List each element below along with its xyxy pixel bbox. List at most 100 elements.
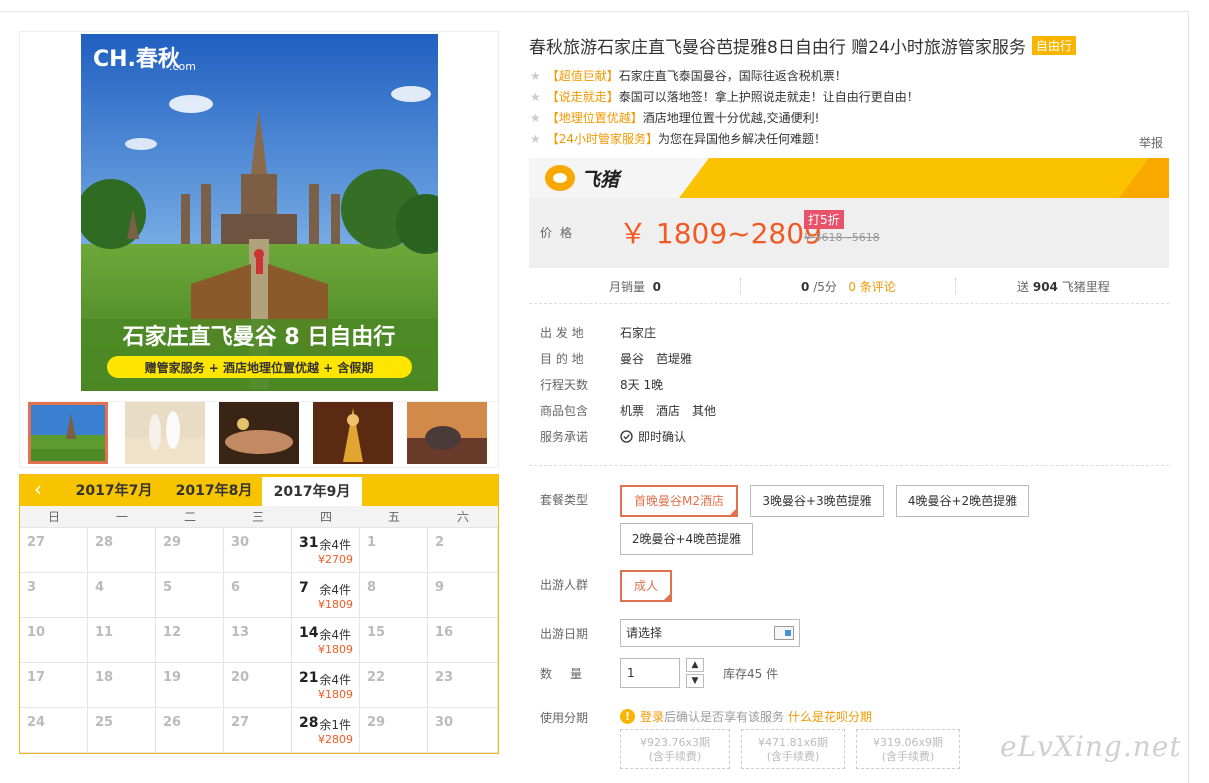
huabei-info-link[interactable]: 什么是花呗分期 (788, 708, 872, 725)
fliggy-banner: 飞猪 (529, 158, 1169, 198)
day-number: 23 (435, 670, 454, 685)
stock-count: 库存45 件 (723, 667, 779, 681)
rating-value: 0 (801, 280, 810, 294)
day-number: 3 (27, 580, 37, 595)
elephant-thumb-image (407, 402, 487, 464)
product-title-text: 春秋旅游石家庄直飞曼谷芭提雅8日自由行 赠24小时旅游管家服务 (529, 38, 1026, 58)
calendar-day: 3 (20, 573, 88, 618)
day-number: 28 (299, 715, 319, 731)
day-number: 21 (299, 670, 319, 686)
highlight-tag: 【24小时管家服务】 (546, 132, 659, 146)
installment-plan-9[interactable]: ¥319.06x9期 (含手续费) (856, 729, 960, 769)
day-price: ¥2709 (318, 553, 353, 566)
sales-stats-row: 月销量 0 0 /5分 0 条评论 送 904 飞猪里程 (529, 268, 1169, 304)
highlight-item: ★ 【说走就走】泰国可以落地签！拿上护照说走就走！让自由行更自由！ (530, 88, 919, 105)
installment-plan-3[interactable]: ¥923.76x3期 (含手续费) (620, 729, 730, 769)
installment-notice: ! 登录 后确认是否享有该服务 什么是花呗分期 (620, 708, 872, 725)
calendar-day-available[interactable]: 31 余4件 ¥2709 (292, 528, 360, 573)
main-product-image[interactable]: 石家庄直飞曼谷 8 日自由行 赠管家服务 + 酒店地理位置优越 + 含假期 CH… (81, 34, 438, 391)
day-number: 12 (163, 625, 182, 640)
calendar-day-available[interactable]: 7 余4件 ¥1809 (292, 573, 360, 618)
day-number: 10 (27, 625, 46, 640)
calendar-day: 30 (428, 708, 498, 753)
calendar-day: 11 (88, 618, 156, 663)
info-label-duration: 行程天数 (540, 378, 589, 392)
report-link[interactable]: 举报 (1139, 134, 1163, 151)
package-option-2bkk-4pattaya[interactable]: 2晚曼谷+4晚芭提雅 (620, 523, 753, 555)
prev-month-glyph: ‹ (34, 477, 42, 501)
calendar-day: 29 (156, 528, 224, 573)
fliggy-logo: 飞猪 (545, 164, 619, 192)
include-item: 其他 (692, 404, 717, 418)
calendar-day: 1 (360, 528, 428, 573)
calendar-day: 27 (224, 708, 292, 753)
package-option-4bkk-2pattaya[interactable]: 4晚曼谷+2晚芭提雅 (896, 485, 1029, 517)
price-panel: 价格 ￥ 1809~2809 打5折 ¥ 3618~5618 (529, 198, 1169, 268)
free-travel-tag: 自由行 (1031, 36, 1076, 55)
thumbnail-beach-couple[interactable] (125, 402, 205, 464)
beach-thumb-image (125, 402, 205, 464)
check-circle-icon (620, 430, 633, 443)
plan-amount: ¥471.81x6期 (758, 736, 828, 749)
crowd-option-adult[interactable]: 成人 (620, 570, 672, 602)
package-option-m2-hotel[interactable]: 首晚曼谷M2酒店 (620, 485, 738, 517)
price-value: ￥ 1809~2809 (619, 217, 822, 250)
day-number: 13 (231, 625, 250, 640)
crowd-label: 出游人群 (540, 578, 589, 592)
banner-title: 石家庄直飞曼谷 8 日自由行 (122, 324, 396, 350)
day-remaining: 余4件 (319, 583, 351, 597)
star-icon: ★ (530, 111, 541, 125)
info-label-destination: 目 的 地 (540, 352, 584, 366)
calendar-weekday-row: 日 一 二 三 四 五 六 (20, 506, 498, 528)
highlight-text: 泰国可以落地签！拿上护照说走就走！让自由行更自由！ (618, 90, 919, 104)
info-value-includes: 机票 酒店 其他 (620, 402, 728, 419)
package-option-3bkk-3pattaya[interactable]: 3晚曼谷+3晚芭提雅 (750, 485, 884, 517)
calendar-day: 4 (88, 573, 156, 618)
day-number: 17 (27, 670, 46, 685)
calendar-day-available[interactable]: 21 余4件 ¥1809 (292, 663, 360, 708)
include-item: 机票 (620, 404, 645, 418)
thumbnail-elephant-show[interactable] (407, 402, 487, 464)
calendar-day: 19 (156, 663, 224, 708)
calendar-day-available[interactable]: 28 余1件 ¥2809 (292, 708, 360, 753)
chevron-left-icon[interactable]: ‹ (20, 475, 56, 506)
thumbnail-spa-massage[interactable] (219, 402, 299, 464)
day-number: 20 (231, 670, 250, 685)
travel-date-picker[interactable]: 请选择 (620, 619, 800, 647)
tab-month-july[interactable]: 2017年7月 (64, 475, 164, 506)
calendar-day: 6 (224, 573, 292, 618)
quantity-input[interactable]: 1 (620, 658, 680, 688)
chevron-down-icon[interactable]: ▼ (686, 674, 704, 688)
day-number: 6 (231, 580, 241, 595)
installment-plan-6[interactable]: ¥471.81x6期 (含手续费) (741, 729, 845, 769)
plan-fee: (含手续费) (648, 750, 702, 763)
star-icon: ★ (530, 69, 541, 83)
trip-duration: 8天 1晚 (620, 378, 664, 392)
calendar-day: 26 (156, 708, 224, 753)
day-number: 30 (231, 535, 250, 550)
tab-month-september[interactable]: 2017年9月 (262, 477, 362, 506)
calendar-day: 15 (360, 618, 428, 663)
day-price: ¥1809 (318, 688, 353, 701)
calendar-day: 24 (20, 708, 88, 753)
thumbnail-thai-dancer[interactable] (313, 402, 393, 464)
reviews-link[interactable]: 0 条评论 (848, 280, 895, 294)
thumbnail-temple[interactable] (28, 402, 108, 464)
fliggy-miles: 送 904 飞猪里程 (1017, 278, 1110, 295)
info-value-duration: 8天 1晚 (620, 376, 675, 393)
login-link[interactable]: 登录 (640, 708, 664, 725)
day-number: 1 (367, 535, 377, 550)
rating: 0 /5分 0 条评论 (801, 278, 896, 295)
calendar-icon[interactable] (774, 626, 794, 640)
day-remaining: 余4件 (319, 673, 351, 687)
weekday-wed: 三 (251, 510, 264, 524)
info-value-destination: 曼谷 芭堤雅 (620, 350, 704, 367)
tab-month-august[interactable]: 2017年8月 (164, 475, 264, 506)
day-number: 14 (299, 625, 319, 641)
chevron-up-icon[interactable]: ▲ (686, 658, 704, 672)
calendar-day: 23 (428, 663, 498, 708)
calendar-day-available[interactable]: 14 余4件 ¥1809 (292, 618, 360, 663)
day-number: 22 (367, 670, 386, 685)
calendar-day: 16 (428, 618, 498, 663)
include-item: 酒店 (656, 404, 681, 418)
